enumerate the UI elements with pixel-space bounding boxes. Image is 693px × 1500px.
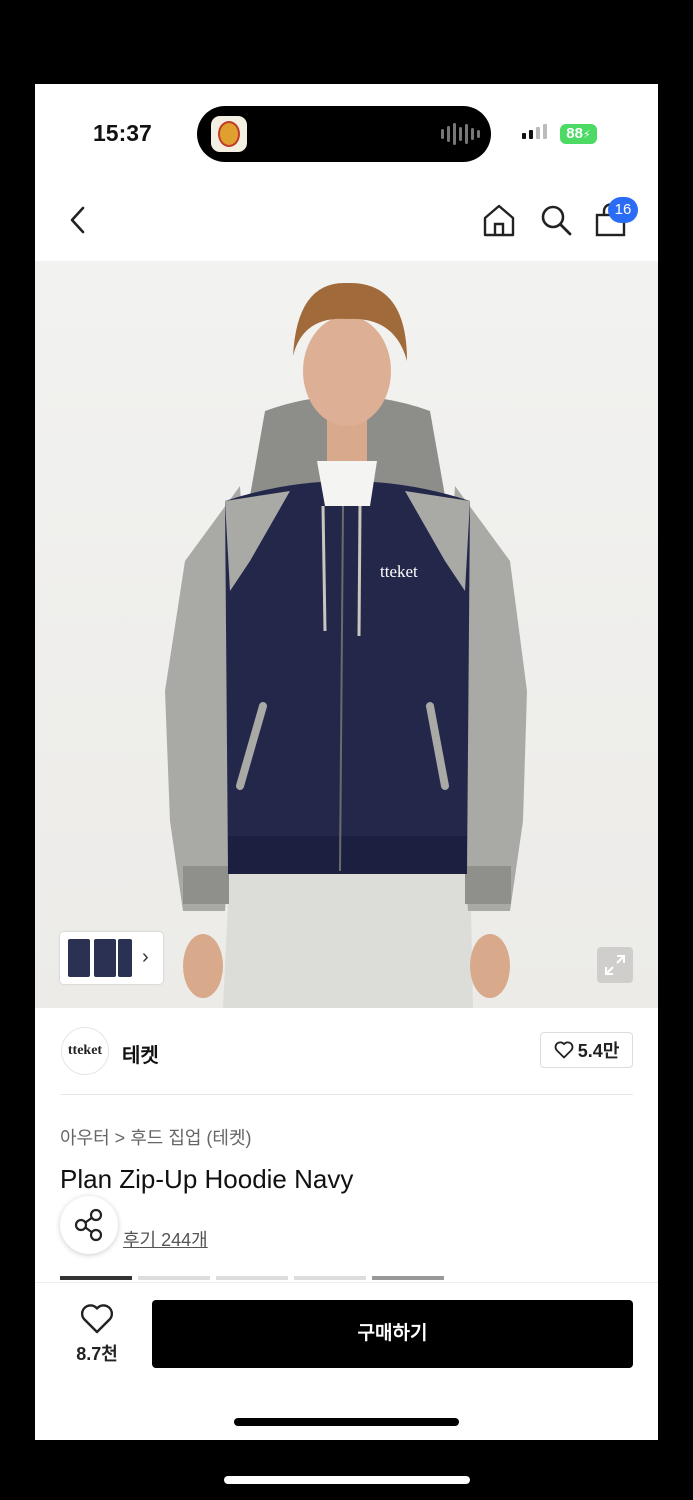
model-illustration: tteket (165, 282, 527, 1008)
brand-like-count: 5.4만 (577, 1041, 620, 1061)
image-thumbnail-strip[interactable]: › (60, 932, 163, 984)
thumbnail-1[interactable] (68, 939, 90, 977)
wishlist-count: 8.7천 (76, 1344, 118, 1364)
thumbnail-3[interactable] (118, 939, 132, 977)
color-option[interactable] (216, 1276, 288, 1280)
status-time: 15:37 (93, 120, 152, 146)
back-icon[interactable] (63, 204, 93, 236)
now-playing-app-icon (211, 116, 247, 152)
audio-wave-icon (441, 123, 480, 145)
review-link[interactable]: 후기 244개 (123, 1226, 208, 1252)
brand-name[interactable]: 테켓 (122, 1039, 159, 1068)
thumbnail-2[interactable] (94, 939, 116, 977)
chest-logo: tteket (380, 562, 418, 581)
outer-home-indicator (224, 1476, 470, 1484)
heart-icon[interactable] (80, 1303, 114, 1335)
buy-button[interactable]: 구매하기 (152, 1300, 633, 1368)
cart-count-badge: 16 (608, 197, 638, 223)
dynamic-island (197, 106, 491, 162)
home-icon[interactable] (481, 202, 517, 238)
product-hero-image[interactable]: tteket › (35, 261, 658, 1008)
heart-icon (554, 1041, 574, 1059)
battery-indicator: 88⚡ (560, 124, 597, 144)
search-icon[interactable] (538, 202, 574, 238)
color-option[interactable] (372, 1276, 444, 1280)
share-button[interactable] (60, 1196, 118, 1254)
color-option[interactable] (294, 1276, 366, 1280)
product-title: Plan Zip-Up Hoodie Navy (60, 1164, 354, 1194)
brand-like-button[interactable]: 5.4만 (540, 1032, 633, 1068)
breadcrumb[interactable]: 아우터 > 후드 집업 (테켓) (60, 1124, 252, 1150)
expand-icon[interactable] (597, 947, 633, 983)
phone-screen: 15:37 88⚡ 16 tteket › tteket 테켓 5.4만 아우터… (35, 84, 658, 1440)
bottom-action-bar: 8.7천 구매하기 (35, 1282, 658, 1440)
home-indicator (234, 1418, 459, 1426)
color-option[interactable] (138, 1276, 210, 1280)
color-option[interactable] (60, 1276, 132, 1280)
share-icon (74, 1208, 103, 1242)
divider (60, 1094, 633, 1095)
brand-logo[interactable]: tteket (61, 1027, 109, 1075)
signal-icon (522, 124, 547, 139)
chevron-right-icon: › (142, 946, 149, 968)
